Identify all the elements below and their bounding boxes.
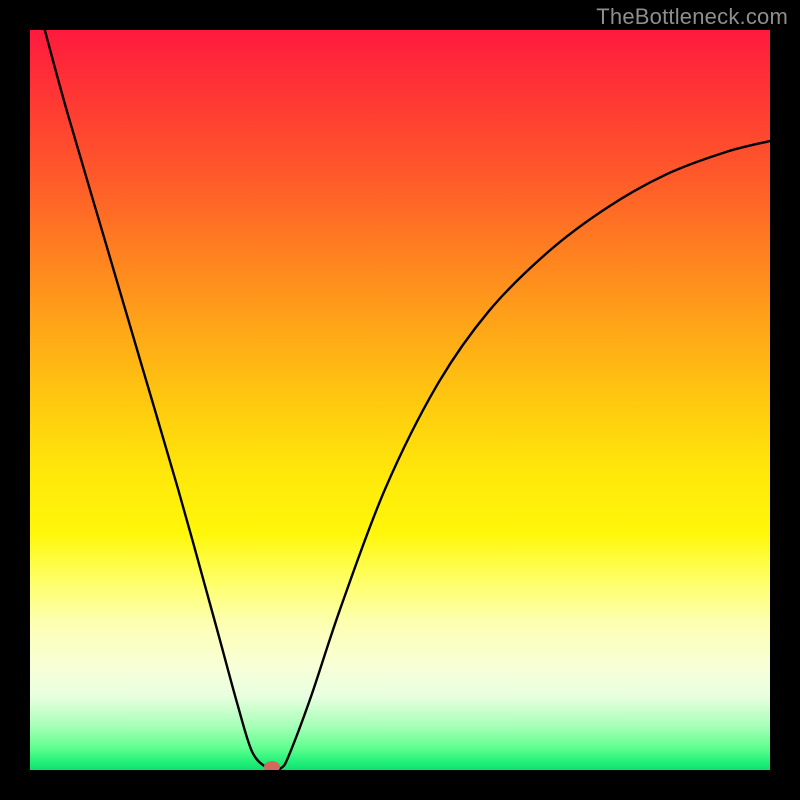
watermark-text: TheBottleneck.com [596,4,788,30]
bottleneck-curve-path [45,30,770,770]
bottleneck-curve-svg [30,30,770,770]
plot-area [30,30,770,770]
chart-frame: TheBottleneck.com [0,0,800,800]
optimum-marker [264,761,280,770]
